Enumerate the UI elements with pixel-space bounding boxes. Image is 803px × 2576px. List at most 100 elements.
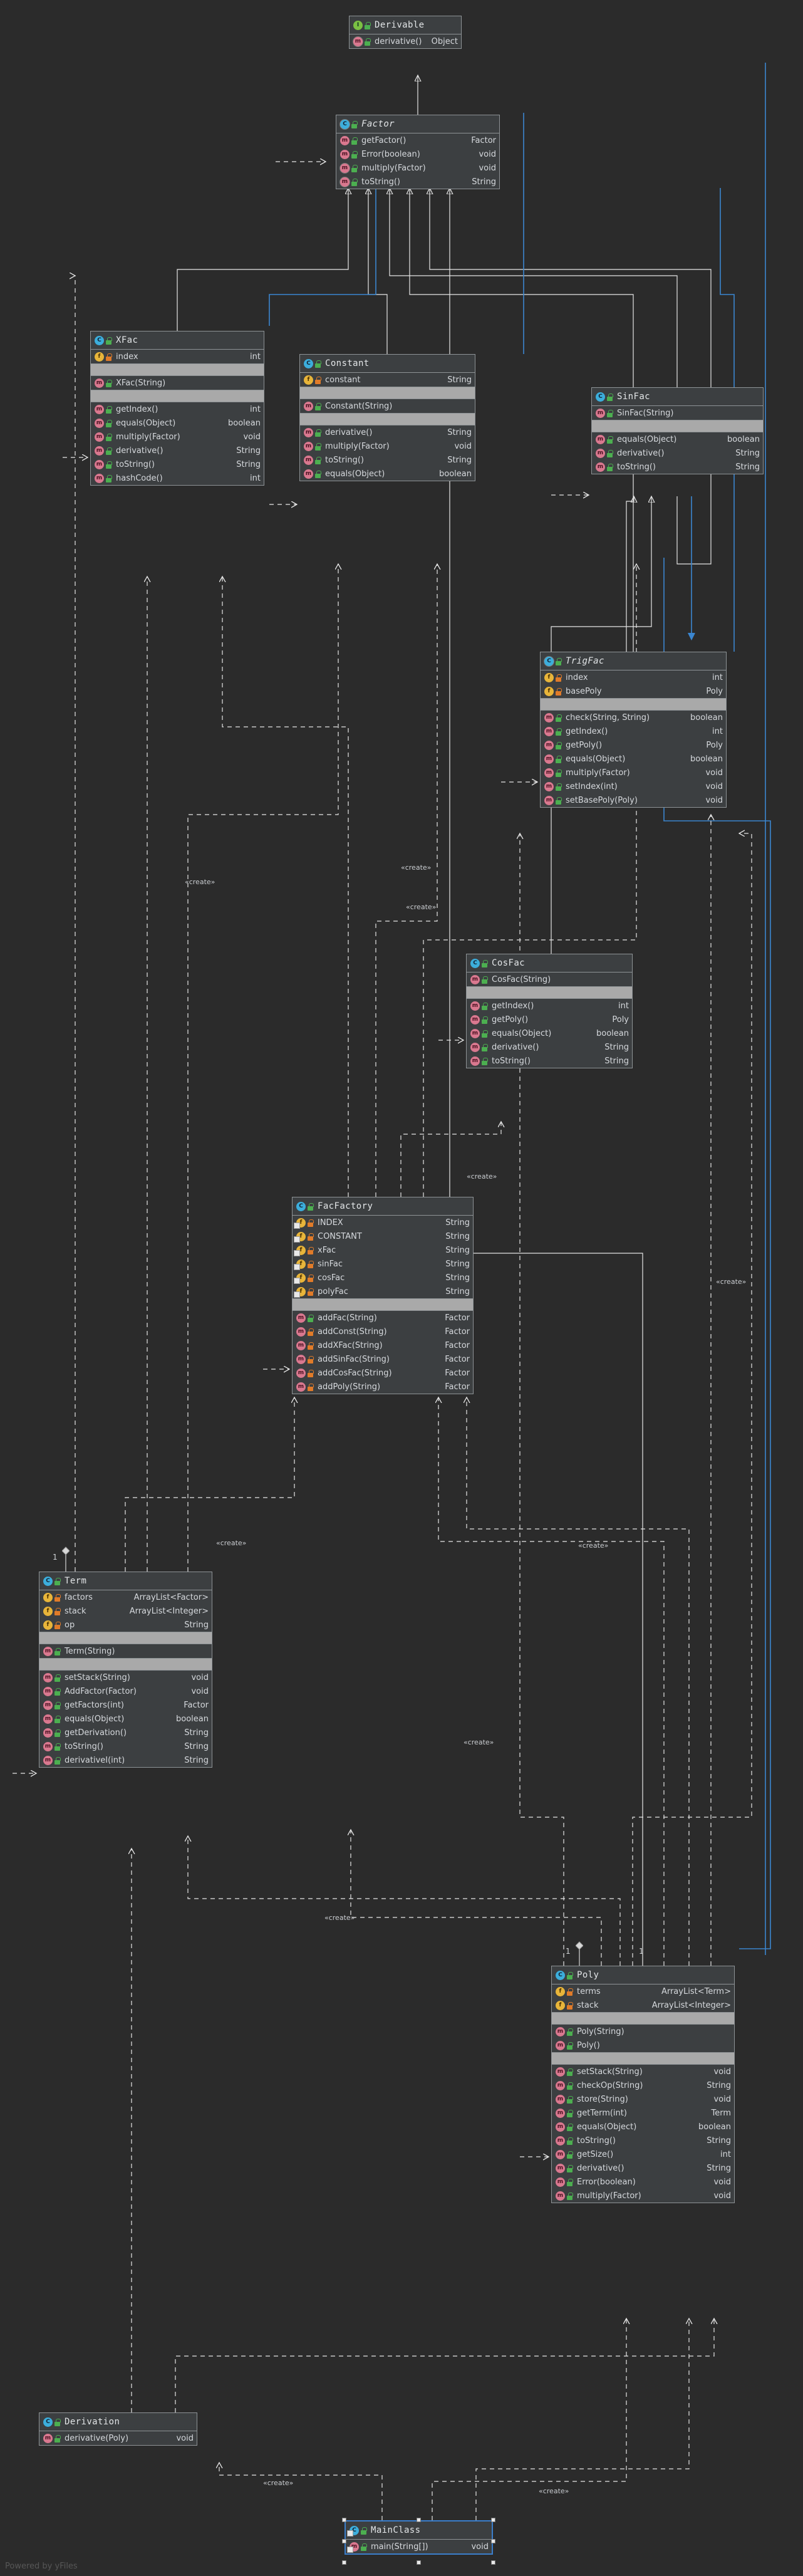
- uml-class-factor[interactable]: C Factor m getFactor() Factor m Error(boolean)…: [336, 115, 500, 189]
- uml-diagram-canvas[interactable]: «create» «create» «create» «create» «cre…: [0, 0, 803, 2576]
- class-field-row[interactable]: f stack ArrayList<Integer>: [552, 1998, 734, 2012]
- class-method-row[interactable]: m equals(Object) boolean: [300, 467, 475, 481]
- class-method-row[interactable]: m getFactors(int) Factor: [39, 1698, 212, 1712]
- class-method-row[interactable]: m addPoly(String) Factor: [293, 1380, 473, 1394]
- uml-class-constant[interactable]: C Constant f constant String m Constant(String…: [299, 354, 475, 481]
- class-method-row[interactable]: m derivative(Poly) void: [39, 2431, 197, 2445]
- class-field-row[interactable]: f factors ArrayList<Factor>: [39, 1590, 212, 1604]
- class-method-row[interactable]: m getPoly() Poly: [467, 1013, 632, 1026]
- class-method-row[interactable]: m derivative() String: [91, 444, 264, 457]
- class-method-row[interactable]: m checkOp(String) String: [552, 2078, 734, 2092]
- class-method-row[interactable]: m main(String[]) void: [346, 2540, 492, 2553]
- class-method-row[interactable]: m Error(boolean) void: [552, 2175, 734, 2189]
- selection-handle[interactable]: [491, 2539, 495, 2543]
- class-title-row[interactable]: C MainClass: [346, 2521, 492, 2539]
- class-title-row[interactable]: I Derivable: [350, 16, 461, 34]
- class-method-row[interactable]: m toString() String: [336, 175, 499, 189]
- class-title-row[interactable]: C Derivation: [39, 2413, 197, 2431]
- class-method-row[interactable]: m setStack(String) void: [39, 1671, 212, 1684]
- uml-class-sinfac[interactable]: C SinFac m SinFac(String) m equals(Object) boo…: [591, 387, 764, 474]
- class-method-row[interactable]: m toString() String: [467, 1054, 632, 1068]
- class-method-row[interactable]: m addCosFac(String) Factor: [293, 1366, 473, 1380]
- class-method-row[interactable]: m derivative() String: [467, 1040, 632, 1054]
- class-method-row[interactable]: m equals(Object) boolean: [91, 416, 264, 430]
- class-method-row[interactable]: m equals(Object) boolean: [467, 1026, 632, 1040]
- class-method-row[interactable]: m Term(String): [39, 1644, 212, 1658]
- class-method-row[interactable]: m multiply(Factor) void: [91, 430, 264, 444]
- selection-handle[interactable]: [417, 2560, 421, 2565]
- class-field-row[interactable]: f xFac String: [293, 1243, 473, 1257]
- class-method-row[interactable]: m setIndex(int) void: [541, 780, 726, 793]
- class-title-row[interactable]: C FacFactory: [293, 1197, 473, 1215]
- class-method-row[interactable]: m toString() String: [300, 453, 475, 467]
- class-method-row[interactable]: m toString() String: [39, 1739, 212, 1753]
- uml-class-derivation[interactable]: C Derivation m derivative(Poly) void: [39, 2412, 197, 2446]
- class-title-row[interactable]: C Term: [39, 1572, 212, 1590]
- class-method-row[interactable]: m multiply(Factor) void: [336, 161, 499, 175]
- selection-handle[interactable]: [491, 2518, 495, 2522]
- class-field-row[interactable]: f index int: [541, 670, 726, 684]
- class-method-row[interactable]: m XFac(String): [91, 376, 264, 390]
- class-method-row[interactable]: m Error(boolean) void: [336, 147, 499, 161]
- class-method-row[interactable]: m getFactor() Factor: [336, 133, 499, 147]
- uml-class-poly[interactable]: C Poly f terms ArrayList<Term> f stack ArrayLis…: [551, 1966, 735, 2203]
- class-method-row[interactable]: m store(String) void: [552, 2092, 734, 2106]
- class-method-row[interactable]: m setStack(String) void: [552, 2065, 734, 2078]
- class-method-row[interactable]: m addFac(String) Factor: [293, 1311, 473, 1325]
- class-method-row[interactable]: m derivative() String: [592, 446, 763, 460]
- class-method-row[interactable]: m CosFac(String): [467, 973, 632, 986]
- class-title-row[interactable]: C XFac: [91, 331, 264, 349]
- selection-handle[interactable]: [342, 2560, 346, 2565]
- uml-class-term[interactable]: C Term f factors ArrayList<Factor> f stack Arra…: [39, 1572, 212, 1768]
- class-title-row[interactable]: C TrigFac: [541, 652, 726, 670]
- class-method-row[interactable]: m getIndex() int: [541, 724, 726, 738]
- class-title-row[interactable]: C SinFac: [592, 388, 763, 405]
- class-field-row[interactable]: f index int: [91, 350, 264, 363]
- class-method-row[interactable]: m getIndex() int: [91, 402, 264, 416]
- class-method-row[interactable]: m getPoly() Poly: [541, 738, 726, 752]
- class-field-row[interactable]: f stack ArrayList<Integer>: [39, 1604, 212, 1618]
- class-field-row[interactable]: f op String: [39, 1618, 212, 1632]
- uml-class-derivable[interactable]: I Derivable m derivative() Object: [349, 16, 462, 49]
- class-method-row[interactable]: m addConst(String) Factor: [293, 1325, 473, 1338]
- class-method-row[interactable]: m derivativeI(int) String: [39, 1753, 212, 1767]
- class-method-row[interactable]: m toString() String: [91, 457, 264, 471]
- class-method-row[interactable]: m Poly(String): [552, 2025, 734, 2038]
- class-title-row[interactable]: C Constant: [300, 355, 475, 372]
- class-method-row[interactable]: m equals(Object) boolean: [552, 2120, 734, 2134]
- class-field-row[interactable]: f terms ArrayList<Term>: [552, 1984, 734, 1998]
- selection-handle[interactable]: [491, 2560, 495, 2565]
- class-title-row[interactable]: C Factor: [336, 115, 499, 133]
- selection-handle[interactable]: [417, 2518, 421, 2522]
- class-method-row[interactable]: m Constant(String): [300, 399, 475, 413]
- class-method-row[interactable]: m derivative() Object: [350, 34, 461, 48]
- class-title-row[interactable]: C CosFac: [467, 954, 632, 972]
- class-method-row[interactable]: m equals(Object) boolean: [39, 1712, 212, 1726]
- class-method-row[interactable]: m addXFac(String) Factor: [293, 1338, 473, 1352]
- class-method-row[interactable]: m toString() String: [552, 2134, 734, 2147]
- class-method-row[interactable]: m equals(Object) boolean: [541, 752, 726, 766]
- class-method-row[interactable]: m getDerivation() String: [39, 1726, 212, 1739]
- uml-class-trigfac[interactable]: C TrigFac f index int f basePoly Poly m check(Str…: [540, 652, 727, 808]
- uml-class-mainclass[interactable]: C MainClass m main(String[]) void: [345, 2520, 493, 2555]
- class-method-row[interactable]: m multiply(Factor) void: [541, 766, 726, 780]
- class-method-row[interactable]: m getTerm(int) Term: [552, 2106, 734, 2120]
- selection-handle[interactable]: [342, 2539, 346, 2543]
- class-method-row[interactable]: m derivative() String: [300, 425, 475, 439]
- uml-class-cosfac[interactable]: C CosFac m CosFac(String) m getIndex() int m get…: [466, 954, 633, 1068]
- class-method-row[interactable]: m getIndex() int: [467, 999, 632, 1013]
- class-field-row[interactable]: f basePoly Poly: [541, 684, 726, 698]
- class-method-row[interactable]: m SinFac(String): [592, 406, 763, 420]
- class-method-row[interactable]: m check(String, String) boolean: [541, 711, 726, 724]
- class-field-row[interactable]: f CONSTANT String: [293, 1229, 473, 1243]
- class-method-row[interactable]: m Poly(): [552, 2038, 734, 2052]
- class-method-row[interactable]: m getSize() int: [552, 2147, 734, 2161]
- class-method-row[interactable]: m derivative() String: [552, 2161, 734, 2175]
- class-method-row[interactable]: m AddFactor(Factor) void: [39, 1684, 212, 1698]
- uml-class-xfac[interactable]: C XFac f index int m XFac(String) m getIndex() in…: [90, 331, 264, 486]
- class-field-row[interactable]: f cosFac String: [293, 1271, 473, 1285]
- class-method-row[interactable]: m multiply(Factor) void: [300, 439, 475, 453]
- class-method-row[interactable]: m toString() String: [592, 460, 763, 474]
- class-field-row[interactable]: f INDEX String: [293, 1216, 473, 1229]
- class-field-row[interactable]: f constant String: [300, 373, 475, 387]
